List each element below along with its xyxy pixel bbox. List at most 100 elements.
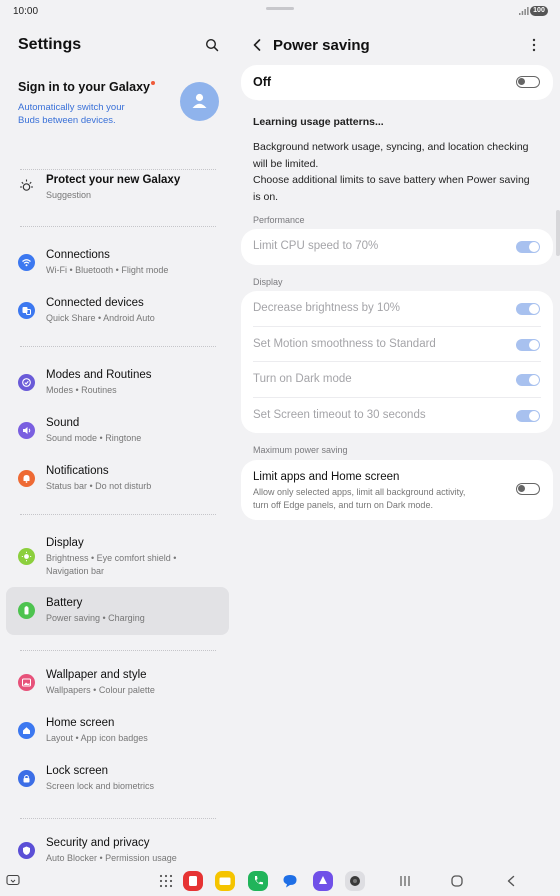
menu-modes-routines[interactable]: Modes and Routines Modes • Routines: [6, 361, 229, 405]
divider: [20, 650, 216, 651]
wifi-icon: [18, 254, 35, 271]
back-button-icon[interactable]: [504, 874, 518, 888]
master-switch-toggle[interactable]: [516, 76, 540, 88]
max-option-desc: Allow only selected apps, limit all back…: [253, 487, 466, 497]
divider: [20, 818, 216, 819]
menu-lock-screen[interactable]: Lock screen Screen lock and biometrics: [6, 757, 229, 801]
apps-grid-icon[interactable]: [156, 871, 176, 891]
max-option-toggle[interactable]: [516, 483, 540, 495]
battery-icon: 100: [530, 6, 548, 16]
option-label: Set Motion smoothness to Standard: [253, 337, 436, 350]
option-row[interactable]: Decrease brightness by 10%: [241, 291, 553, 327]
divider: [20, 346, 216, 347]
account-description: Automatically switch your Buds between d…: [18, 102, 125, 126]
suggestion-title: Protect your new Galaxy: [46, 174, 181, 186]
menu-sub: Wi-Fi • Bluetooth • Flight mode: [46, 265, 169, 275]
description-line: will be limited.: [253, 158, 319, 170]
drag-handle[interactable]: [266, 7, 294, 10]
speaker-icon: [18, 422, 35, 439]
learning-status: Learning usage patterns...: [253, 116, 384, 128]
account-card[interactable]: Sign in to your Galaxy Automatically swi…: [18, 78, 223, 128]
master-switch-card[interactable]: Off: [241, 65, 553, 100]
more-options-icon[interactable]: [532, 38, 536, 52]
home-icon: [18, 722, 35, 739]
menu-sub: Sound mode • Ringtone: [46, 433, 142, 443]
menu-title: Lock screen: [46, 765, 109, 777]
home-button-icon[interactable]: [450, 874, 464, 888]
menu-wallpaper[interactable]: Wallpaper and style Wallpapers • Colour …: [6, 661, 229, 705]
person-icon: [192, 93, 207, 108]
menu-title: Home screen: [46, 717, 115, 729]
max-option-desc: turn off Edge panels, and turn on Dark m…: [253, 500, 433, 510]
menu-sound[interactable]: Sound Sound mode • Ringtone: [6, 409, 229, 453]
menu-connections[interactable]: Connections Wi-Fi • Bluetooth • Flight m…: [6, 241, 229, 285]
option-toggle[interactable]: [516, 374, 540, 386]
bell-icon: [18, 470, 35, 487]
menu-connected-devices[interactable]: Connected devices Quick Share • Android …: [6, 289, 229, 333]
signal-icon: [519, 7, 529, 15]
menu-sub: Layout • App icon badges: [46, 733, 148, 743]
option-row[interactable]: Set Screen timeout to 30 seconds: [241, 398, 553, 434]
lightbulb-icon: [20, 179, 33, 191]
suggestion-sub: Suggestion: [46, 190, 92, 200]
back-icon[interactable]: [250, 37, 264, 53]
menu-sub: Wallpapers • Colour palette: [46, 685, 155, 695]
image-icon: [18, 674, 35, 691]
option-toggle[interactable]: [516, 303, 540, 315]
new-badge: [150, 81, 155, 85]
option-row[interactable]: Set Motion smoothness to Standard: [241, 327, 553, 362]
menu-title: Modes and Routines: [46, 369, 152, 381]
menu-title: Display: [46, 537, 84, 549]
menu-sub: Power saving • Charging: [46, 613, 145, 623]
suggestion-protect[interactable]: Protect your new Galaxy Suggestion: [6, 170, 229, 226]
battery-level: 100: [533, 7, 545, 14]
taskbar: [0, 866, 560, 896]
option-toggle[interactable]: [516, 409, 540, 422]
status-bar: 10:00 100: [0, 0, 560, 24]
menu-sub: Status bar • Do not disturb: [46, 481, 152, 491]
search-icon[interactable]: [204, 37, 220, 53]
battery-menu-icon: [18, 602, 35, 619]
performance-card: Limit CPU speed to 70%: [241, 229, 553, 265]
avatar[interactable]: [180, 82, 219, 121]
divider: [20, 226, 216, 227]
option-label: Turn on Dark mode: [253, 373, 352, 385]
recents-icon[interactable]: [398, 874, 412, 888]
devices-icon: [18, 302, 35, 319]
option-toggle[interactable]: [516, 241, 540, 253]
phone-app-icon[interactable]: [248, 871, 268, 891]
max-power-saving-card[interactable]: Limit apps and Home screen Allow only se…: [241, 460, 553, 520]
galaxy-store-app-icon[interactable]: [313, 871, 333, 891]
menu-title: Wallpaper and style: [46, 669, 147, 681]
camera-app-icon[interactable]: [345, 871, 365, 891]
option-row[interactable]: Limit CPU speed to 70%: [241, 229, 553, 265]
menu-sub: Brightness • Eye comfort shield •: [46, 553, 177, 563]
messages-app-icon[interactable]: [280, 871, 300, 891]
my-files-app-icon[interactable]: [215, 871, 235, 891]
menu-title: Battery: [46, 597, 83, 609]
max-option-label: Limit apps and Home screen: [253, 471, 400, 483]
screenshot-icon[interactable]: [6, 874, 20, 888]
master-switch-label: Off: [253, 75, 272, 89]
lock-icon: [18, 770, 35, 787]
menu-title: Connected devices: [46, 297, 144, 309]
menu-title: Security and privacy: [46, 837, 150, 849]
shield-icon: [18, 842, 35, 859]
section-display: Display: [253, 277, 283, 287]
menu-sub: Screen lock and biometrics: [46, 781, 155, 791]
section-performance: Performance: [253, 215, 305, 225]
menu-display[interactable]: Display Brightness • Eye comfort shield …: [6, 529, 229, 585]
menu-sub: Auto Blocker • Permission usage: [46, 853, 177, 863]
status-time: 10:00: [13, 6, 39, 17]
description-line: Background network usage, syncing, and l…: [253, 141, 529, 153]
menu-home-screen[interactable]: Home screen Layout • App icon badges: [6, 709, 229, 753]
menu-battery[interactable]: Battery Power saving • Charging: [6, 587, 229, 635]
option-toggle[interactable]: [516, 338, 540, 351]
check-circle-icon: [18, 374, 35, 391]
notes-app-icon[interactable]: [183, 871, 203, 891]
option-label: Decrease brightness by 10%: [253, 302, 401, 314]
option-row[interactable]: Turn on Dark mode: [241, 362, 553, 398]
settings-pane: Settings Sign in to your Galaxy Automati…: [0, 24, 236, 866]
edge-panel-handle[interactable]: [556, 210, 560, 256]
menu-notifications[interactable]: Notifications Status bar • Do not distur…: [6, 457, 229, 501]
